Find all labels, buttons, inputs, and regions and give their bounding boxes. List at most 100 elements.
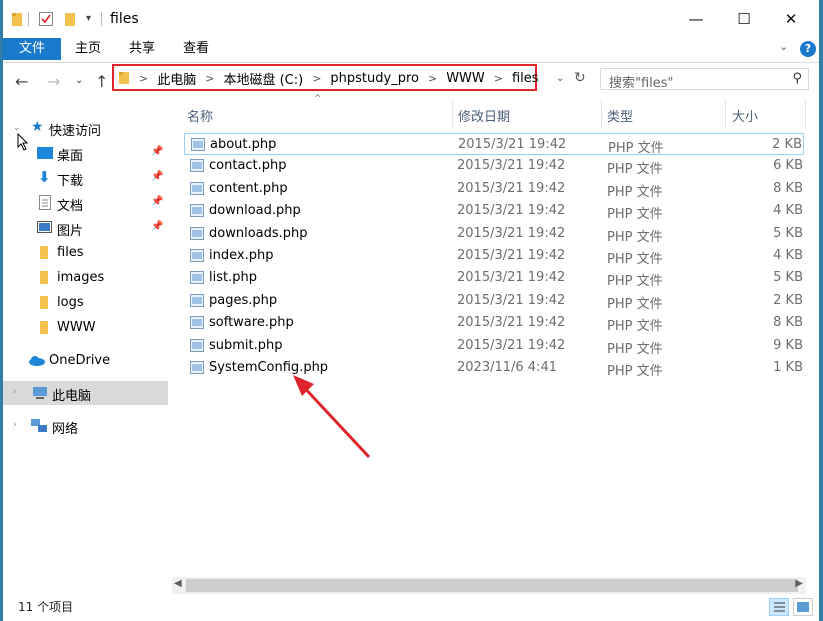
php-file-icon — [190, 361, 204, 374]
crumb-phpstudy[interactable]: phpstudy_pro — [330, 71, 419, 86]
file-row[interactable]: list.php 2015/3/21 19:42 PHP 文件 5 KB — [184, 267, 804, 289]
expand-icon[interactable]: ⌄ — [13, 123, 21, 133]
file-date: 2015/3/21 19:42 — [457, 180, 566, 196]
mouse-cursor-icon — [17, 133, 29, 151]
file-row[interactable]: download.php 2015/3/21 19:42 PHP 文件 4 KB — [184, 200, 804, 222]
scrollbar-thumb[interactable] — [186, 579, 798, 592]
file-row[interactable]: content.php 2015/3/21 19:42 PHP 文件 8 KB — [184, 178, 804, 200]
nav-item-logs[interactable]: logs — [3, 291, 168, 315]
column-divider[interactable] — [601, 100, 602, 128]
file-row[interactable]: software.php 2015/3/21 19:42 PHP 文件 8 KB — [184, 312, 804, 334]
pin-icon[interactable]: 📌 — [151, 221, 163, 232]
folder-icon — [40, 321, 48, 334]
chevron-right-icon: > — [312, 71, 322, 85]
crumb-www[interactable]: WWW — [446, 71, 485, 86]
chevron-right-icon: > — [427, 71, 438, 85]
file-type: PHP 文件 — [607, 229, 663, 245]
php-file-icon — [190, 338, 204, 352]
minimize-button[interactable]: — — [673, 2, 719, 36]
file-row[interactable]: SystemConfig.php 2023/11/6 4:41 PHP 文件 1 KB — [184, 357, 804, 379]
details-view-button[interactable] — [769, 598, 789, 616]
nav-label: files — [57, 245, 84, 260]
nav-this-pc[interactable]: › 此电脑 — [3, 381, 168, 405]
scroll-left-icon[interactable]: ◀ — [174, 578, 182, 589]
expand-icon[interactable]: › — [13, 387, 17, 397]
pin-icon[interactable]: 📌 — [151, 171, 163, 182]
tab-view[interactable]: 查看 — [173, 38, 219, 60]
expand-ribbon-icon[interactable]: ⌄ — [779, 40, 788, 53]
php-file-icon — [190, 316, 204, 330]
file-name: list.php — [209, 270, 257, 286]
nav-item-documents[interactable]: 文档 📌 — [3, 191, 168, 215]
php-file-icon — [190, 226, 204, 240]
file-size: 6 KB — [773, 158, 803, 174]
file-type: PHP 文件 — [607, 319, 663, 335]
column-header-name[interactable]: 名称 — [187, 106, 213, 134]
file-size: 4 KB — [773, 203, 803, 219]
tab-share[interactable]: 共享 — [119, 38, 165, 60]
file-type: PHP 文件 — [607, 252, 663, 267]
maximize-button[interactable]: ☐ — [721, 2, 767, 36]
back-arrow-icon[interactable]: ← — [15, 72, 28, 91]
nav-item-downloads[interactable]: ⬇ 下载 📌 — [3, 166, 168, 190]
recent-locations-icon[interactable]: ⌄ — [75, 75, 83, 86]
horizontal-scrollbar[interactable]: ◀ ▶ — [172, 577, 806, 594]
column-header-type[interactable]: 类型 — [607, 106, 633, 134]
php-file-icon — [190, 204, 204, 218]
nav-label: WWW — [57, 320, 96, 335]
pin-icon[interactable]: 📌 — [151, 146, 163, 157]
file-row[interactable]: pages.php 2015/3/21 19:42 PHP 文件 2 KB — [184, 290, 804, 312]
folder-icon — [12, 13, 22, 26]
address-dropdown-icon[interactable]: ⌄ — [556, 73, 564, 84]
nav-network[interactable]: › 网络 — [3, 414, 168, 438]
file-row[interactable]: downloads.php 2015/3/21 19:42 PHP 文件 5 KB — [184, 223, 804, 245]
nav-item-www[interactable]: WWW — [3, 316, 168, 340]
item-count: 11 个项目 — [18, 600, 74, 614]
tab-home[interactable]: 主页 — [65, 38, 111, 60]
crumb-files[interactable]: files — [512, 71, 539, 86]
up-arrow-icon[interactable]: ↑ — [95, 72, 108, 91]
nav-item-images[interactable]: images — [3, 266, 168, 290]
column-divider[interactable] — [725, 100, 726, 128]
crumb-this-pc[interactable]: 此电脑 — [157, 69, 196, 88]
scroll-right-icon[interactable]: ▶ — [795, 578, 803, 589]
file-name: submit.php — [209, 337, 283, 353]
column-divider[interactable] — [452, 100, 453, 128]
crumb-local-disk[interactable]: 本地磁盘 (C:) — [223, 69, 303, 88]
new-folder-icon[interactable] — [64, 11, 76, 27]
file-row[interactable]: about.php 2015/3/21 19:42 PHP 文件 2 KB — [184, 133, 804, 156]
search-input[interactable]: 搜索"files" ⚲ — [600, 68, 809, 91]
address-bar[interactable]: > 此电脑 > 本地磁盘 (C:) > phpstudy_pro > WWW >… — [112, 64, 539, 91]
forward-arrow-icon[interactable]: → — [47, 72, 60, 91]
expand-icon[interactable]: › — [13, 420, 17, 430]
qa-dropdown-icon[interactable]: ▾ — [86, 13, 91, 24]
file-size: 9 KB — [773, 337, 803, 353]
file-row[interactable]: index.php 2015/3/21 19:42 PHP 文件 4 KB — [184, 245, 804, 267]
file-row[interactable]: submit.php 2015/3/21 19:42 PHP 文件 9 KB — [184, 335, 804, 357]
file-size: 8 KB — [773, 180, 803, 196]
file-name: downloads.php — [209, 225, 308, 241]
file-size: 4 KB — [773, 248, 803, 263]
file-type: PHP 文件 — [607, 162, 663, 178]
properties-icon[interactable] — [38, 11, 54, 27]
close-button[interactable]: ✕ — [768, 2, 814, 36]
search-icon[interactable]: ⚲ — [792, 71, 802, 86]
refresh-icon[interactable]: ↻ — [574, 70, 586, 86]
column-header-size[interactable]: 大小 — [732, 106, 758, 134]
file-row[interactable]: contact.php 2015/3/21 19:42 PHP 文件 6 KB — [184, 155, 804, 177]
column-divider[interactable] — [805, 100, 806, 128]
help-icon[interactable]: ? — [800, 41, 816, 57]
large-icons-view-button[interactable] — [793, 598, 813, 616]
file-type: PHP 文件 — [607, 207, 663, 223]
column-header-date[interactable]: 修改日期 — [458, 106, 510, 134]
file-date: 2015/3/21 19:42 — [457, 225, 566, 241]
nav-item-pictures[interactable]: 图片 📌 — [3, 216, 168, 240]
php-file-icon — [190, 181, 204, 195]
nav-item-files[interactable]: files — [3, 241, 168, 265]
tab-file[interactable]: 文件 — [3, 38, 61, 60]
php-file-icon — [190, 271, 204, 285]
nav-onedrive[interactable]: OneDrive — [3, 349, 168, 373]
sort-ascending-icon: ^ — [314, 94, 322, 104]
file-date: 2015/3/21 19:42 — [457, 270, 566, 286]
pin-icon[interactable]: 📌 — [151, 196, 163, 207]
